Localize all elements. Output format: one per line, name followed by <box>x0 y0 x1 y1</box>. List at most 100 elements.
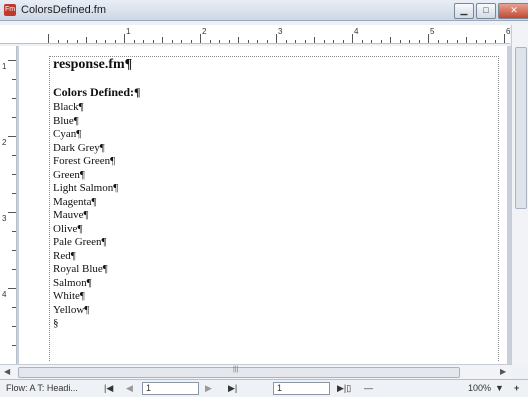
ruler-tick <box>48 34 49 43</box>
ruler-tick <box>447 40 448 43</box>
ruler-tick <box>228 40 230 43</box>
ruler-tick <box>57 40 59 43</box>
zoom-level[interactable]: 100% <box>468 383 491 393</box>
ruler-tick <box>12 307 16 308</box>
scroll-right-icon[interactable]: ▶ <box>500 365 506 379</box>
minimize-button[interactable]: ▁ <box>454 3 474 19</box>
first-page-icon[interactable]: |◀ <box>104 383 113 394</box>
ruler-tick <box>8 136 16 137</box>
ruler-number: 3 <box>2 214 7 223</box>
next-page-icon[interactable]: ▶ <box>205 383 212 394</box>
horizontal-scroll-thumb[interactable]: ||| <box>18 366 460 378</box>
ruler-tick <box>285 40 287 43</box>
page-number-field[interactable]: 1 <box>142 382 199 395</box>
end-of-flow-mark: § <box>53 317 59 329</box>
framemaker-app-icon[interactable]: Fm <box>4 4 16 16</box>
ruler-number: 4 <box>2 290 7 299</box>
ruler-tick <box>12 250 16 251</box>
ruler-tick <box>456 40 458 43</box>
ruler-tick <box>475 40 477 43</box>
color-list-item: Magenta¶ <box>53 195 97 208</box>
maximize-button[interactable]: □ <box>476 3 496 19</box>
app-window: Fm ColorsDefined.fm ▁ □ ✕ 1 2 3 4 5 6 1 2 3 4 re… <box>0 0 528 397</box>
ruler-tick <box>162 37 163 43</box>
previous-page-icon[interactable]: ◀ <box>126 383 133 394</box>
ruler-tick <box>12 117 16 118</box>
horizontal-scrollbar[interactable]: ◀ ||| ▶ <box>0 364 511 379</box>
vertical-scroll-thumb[interactable] <box>515 47 527 209</box>
color-list-item: Pale Green¶ <box>53 236 107 248</box>
page-status-icon[interactable]: ▶|▯ <box>337 383 351 394</box>
scroll-left-icon[interactable]: ◀ <box>4 365 10 379</box>
text-flow[interactable]: response.fm¶ Colors Defined:¶ Black¶ Blue… <box>53 56 140 331</box>
grip-icon: ||| <box>233 366 239 373</box>
ruler-tick <box>390 37 391 43</box>
document-page: response.fm¶ Colors Defined:¶ Black¶ Blue… <box>19 46 507 364</box>
ruler-tick <box>181 40 182 43</box>
ruler-tick <box>76 40 78 43</box>
ruler-tick <box>12 326 16 327</box>
ruler-tick <box>124 34 125 43</box>
page-count-field: 1 <box>273 382 330 395</box>
ruler-tick <box>114 40 116 43</box>
color-list-item: Yellow¶ <box>53 303 90 316</box>
zoom-in-button[interactable]: + <box>514 383 519 393</box>
color-list-item: Salmon¶ <box>53 276 92 289</box>
ruler-tick <box>266 40 268 43</box>
ruler-tick <box>105 40 106 43</box>
ruler-tick <box>95 40 97 43</box>
ruler-tick <box>12 193 16 194</box>
ruler-tick <box>200 34 201 43</box>
ruler-tick <box>133 40 135 43</box>
ruler-tick <box>171 40 173 43</box>
ruler-tick <box>143 40 144 43</box>
ruler-tick <box>12 174 16 175</box>
ruler-tick <box>209 40 211 43</box>
ruler-tick <box>67 40 68 43</box>
color-list-item: Green¶ <box>53 168 85 181</box>
ruler-tick <box>361 40 363 43</box>
color-list: Black¶ Blue¶ Cyan¶ Dark Grey¶ Forest Green¶ G… <box>53 101 140 317</box>
ruler-tick <box>8 212 16 213</box>
zoom-dropdown-icon[interactable]: ▼ <box>495 383 504 393</box>
color-list-item: White¶ <box>53 290 85 302</box>
ruler-tick <box>247 40 249 43</box>
ruler-tick <box>409 40 410 43</box>
ruler-number: 3 <box>278 27 283 36</box>
ruler-number: 1 <box>126 27 131 36</box>
ruler-tick <box>371 40 372 43</box>
flow-tag-indicator[interactable]: Flow: A T: Headi... <box>6 383 78 393</box>
ruler-tick <box>380 40 382 43</box>
ruler-tick <box>342 40 344 43</box>
ruler-tick <box>437 40 439 43</box>
ruler-tick <box>238 37 239 43</box>
ruler-tick <box>352 34 353 43</box>
color-list-item: Black¶ <box>53 101 84 113</box>
ruler-tick <box>276 34 277 43</box>
ruler-number: 2 <box>2 138 7 147</box>
color-list-item: Red¶ <box>53 249 76 262</box>
ruler-tick <box>190 40 192 43</box>
close-button[interactable]: ✕ <box>498 3 528 19</box>
color-list-item: Cyan¶ <box>53 128 82 140</box>
document-canvas: response.fm¶ Colors Defined:¶ Black¶ Blue… <box>17 46 511 364</box>
horizontal-ruler[interactable]: 1 2 3 4 5 6 <box>0 25 510 44</box>
color-list-item: Olive¶ <box>53 222 83 235</box>
ruler-number: 5 <box>430 27 435 36</box>
color-list-item: Royal Blue¶ <box>53 263 108 275</box>
ruler-tick <box>399 40 401 43</box>
color-list-item: Light Salmon¶ <box>53 182 119 194</box>
ruler-number: 1 <box>2 62 7 71</box>
document-heading: response.fm¶ <box>53 57 133 72</box>
ruler-tick <box>12 345 16 346</box>
zoom-out-button[interactable]: — <box>364 383 373 393</box>
vertical-ruler[interactable]: 1 2 3 4 <box>0 46 17 364</box>
ruler-number: 6 <box>506 27 511 36</box>
last-page-icon[interactable]: ▶| <box>228 383 237 394</box>
ruler-tick <box>12 231 16 232</box>
ruler-tick <box>12 98 16 99</box>
vertical-scrollbar[interactable] <box>511 25 528 365</box>
color-list-item: Mauve¶ <box>53 209 89 221</box>
ruler-tick <box>485 40 486 43</box>
ruler-tick <box>295 40 296 43</box>
